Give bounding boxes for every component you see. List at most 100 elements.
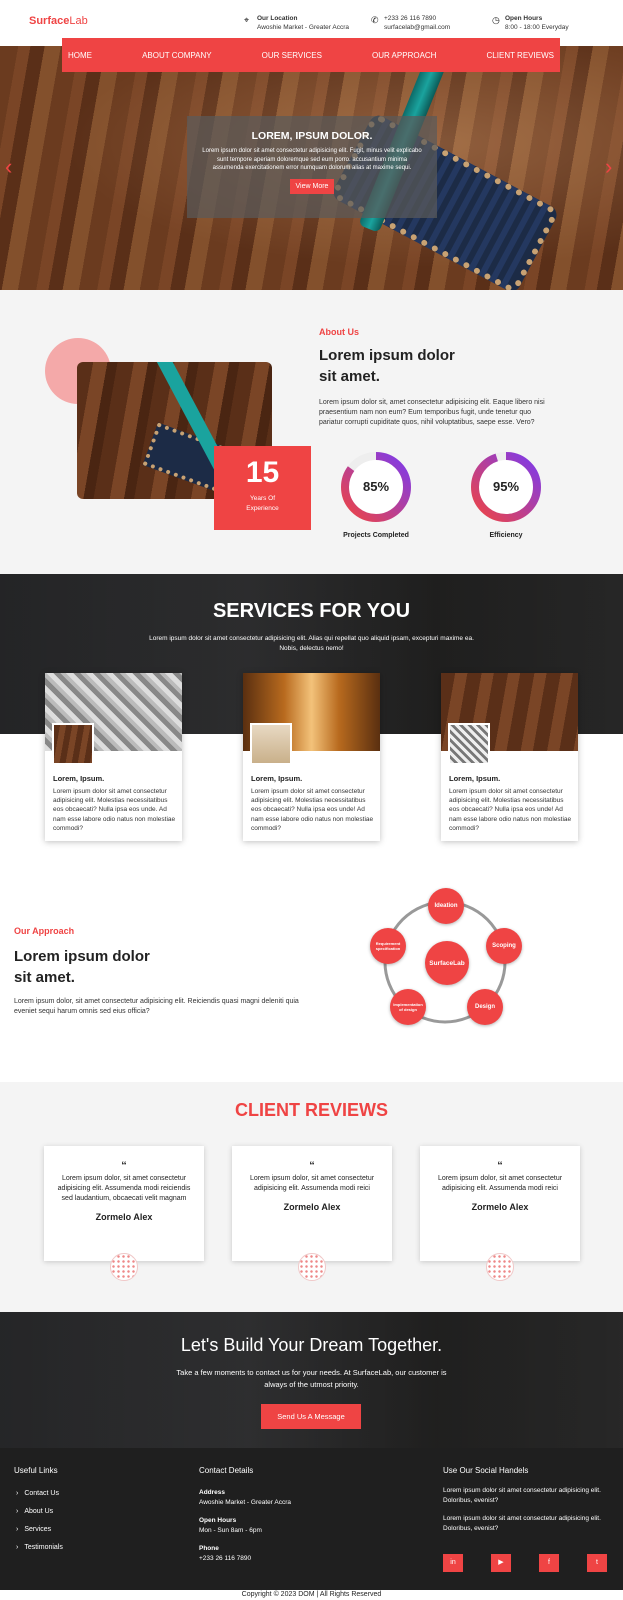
logo[interactable]: SurfaceLab [29, 15, 88, 27]
service-card-title: Lorem, Ipsum. [53, 774, 105, 783]
review-card: “ Lorem ipsum dolor, sit amet consectetu… [420, 1146, 580, 1261]
footer-link-about[interactable]: About Us [16, 1508, 53, 1515]
review-card: “ Lorem ipsum dolor, sit amet consectetu… [232, 1146, 392, 1261]
approach-node-ideation: Ideation [428, 888, 464, 924]
facebook-icon[interactable]: f [539, 1554, 559, 1572]
reviewer-name: Zormelo Alex [471, 1202, 529, 1212]
review-text: Lorem ipsum dolor, sit amet consectetur … [249, 1175, 375, 1192]
reviews-title: CLIENT REVIEWS [234, 1100, 388, 1120]
gauge-projects: 85% [339, 450, 413, 524]
main-nav: HOME ABOUT COMPANY OUR SERVICES OUR APPR… [62, 38, 560, 72]
approach-title-line2: sit amet. [14, 969, 75, 986]
footer-address: Address Awoshie Market - Greater Accra [199, 1488, 291, 1507]
service-card[interactable]: Lorem, Ipsum. Lorem ipsum dolor sit amet… [441, 673, 578, 841]
reviewer-avatar [486, 1253, 514, 1281]
footer-link-testimonials[interactable]: Testimonials [16, 1544, 63, 1551]
footer-links-title: Useful Links [14, 1466, 58, 1475]
footer-link-contact[interactable]: Contact Us [16, 1490, 59, 1497]
location-info: ⌖ Our Location Awoshie Market - Greater … [244, 14, 349, 32]
footer-hours-value: Mon - Sun 8am - 6pm [199, 1526, 262, 1534]
about-text: Lorem ipsum dolor sit, amet consectetur … [319, 399, 545, 426]
header-email[interactable]: surfacelab@gmail.com [384, 24, 450, 31]
hero-title: LOREM, IPSUM DOLOR. [251, 130, 373, 142]
quote-icon: “ [309, 1160, 315, 1172]
approach-title: Lorem ipsum dolor sit amet. [14, 946, 150, 988]
approach-node-scoping: Scoping [486, 928, 522, 964]
reviewer-avatar [298, 1253, 326, 1281]
linkedin-icon[interactable]: in [443, 1554, 463, 1572]
approach-center-node: SurfaceLab [425, 941, 469, 985]
service-card-title: Lorem, Ipsum. [449, 774, 501, 783]
header-phone[interactable]: +233 26 116 7890 [384, 15, 436, 22]
send-message-button[interactable]: Send Us A Message [261, 1404, 361, 1429]
footer-hours: Open Hours Mon - Sun 8am - 6pm [199, 1516, 262, 1535]
gauge-projects-label: Projects Completed [343, 532, 409, 539]
gauge-projects-value: 85% [362, 479, 390, 494]
approach-text: Lorem ipsum dolor, sit amet consectetur … [14, 998, 299, 1015]
footer-social-title: Use Our Social Handels [443, 1466, 529, 1475]
service-card[interactable]: Lorem, Ipsum. Lorem ipsum dolor sit amet… [243, 673, 380, 841]
review-card: “ Lorem ipsum dolor, sit amet consectetu… [44, 1146, 204, 1261]
approach-title-line1: Lorem ipsum dolor [14, 948, 150, 965]
hero-caption: LOREM, IPSUM DOLOR. Lorem ipsum dolor si… [187, 116, 437, 218]
footer-address-label: Address [199, 1489, 226, 1496]
nav-our-approach[interactable]: OUR APPROACH [372, 51, 436, 60]
youtube-icon[interactable]: ▶ [491, 1554, 511, 1572]
service-card-thumbnail [448, 723, 490, 765]
footer-link-services[interactable]: Services [16, 1526, 51, 1533]
view-more-button[interactable]: View More [289, 178, 335, 194]
gauge-efficiency: 95% [469, 450, 543, 524]
about-section: 15 Years Of Experience About Us Lorem ip… [0, 290, 623, 574]
logo-light: Lab [69, 15, 88, 27]
service-card-thumbnail [52, 723, 94, 765]
service-card-title: Lorem, Ipsum. [251, 774, 303, 783]
gauge-efficiency-value: 95% [492, 479, 520, 494]
about-title: Lorem ipsum dolor sit amet. [319, 345, 455, 387]
gauge-efficiency-label: Efficiency [489, 532, 523, 539]
cta-title: Let's Build Your Dream Together. [180, 1335, 443, 1355]
location-title: Our Location [257, 15, 298, 22]
about-title-line2: sit amet. [319, 368, 380, 385]
about-title-line1: Lorem ipsum dolor [319, 347, 455, 364]
chevron-left-icon[interactable]: ‹ [5, 154, 12, 180]
experience-badge: 15 Years Of Experience [214, 446, 311, 530]
review-text: Lorem ipsum dolor, sit amet consectetur … [437, 1175, 563, 1192]
cta-text: Take a few moments to contact us for you… [176, 1368, 447, 1389]
approach-node-requirements: Requirement specification [370, 928, 406, 964]
quote-icon: “ [497, 1160, 503, 1172]
service-card-text: Lorem ipsum dolor sit amet consectetur a… [449, 788, 572, 832]
quote-icon: “ [121, 1160, 127, 1172]
service-card-text: Lorem ipsum dolor sit amet consectetur a… [53, 788, 176, 832]
service-card-thumbnail [250, 723, 292, 765]
reviewer-name: Zormelo Alex [95, 1212, 153, 1222]
footer-contact-title: Contact Details [199, 1466, 254, 1475]
nav-client-reviews[interactable]: CLIENT REVIEWS [487, 51, 554, 60]
hours-title: Open Hours [505, 15, 543, 22]
services-title: SERVICES FOR YOU [212, 600, 411, 622]
review-text: Lorem ipsum dolor, sit amet consectetur … [57, 1175, 191, 1202]
approach-node-implementation: Implementation of design [390, 989, 426, 1025]
clock-icon: ◷ [492, 15, 500, 25]
service-card[interactable]: Lorem, Ipsum. Lorem ipsum dolor sit amet… [45, 673, 182, 841]
approach-label: Our Approach [14, 926, 75, 936]
footer-phone-label: Phone [199, 1545, 219, 1552]
chevron-right-icon[interactable]: › [605, 154, 612, 180]
footer-hours-label: Open Hours [199, 1517, 237, 1524]
experience-label: Years Of Experience [246, 495, 279, 512]
about-label: About Us [319, 327, 359, 337]
nav-home[interactable]: HOME [68, 51, 92, 60]
hours-info: ◷ Open Hours 8:00 - 18:00 Everyday [492, 14, 569, 32]
nav-our-services[interactable]: OUR SERVICES [262, 51, 322, 60]
reviewer-avatar [110, 1253, 138, 1281]
footer: Useful Links Contact Us About Us Service… [0, 1448, 623, 1590]
experience-number: 15 [245, 456, 280, 489]
contact-info: ✆ +233 26 116 7890 surfacelab@gmail.com [371, 14, 450, 32]
copyright: Copyright © 2023 DOM | All Rights Reserv… [0, 1590, 623, 1600]
location-pin-icon: ⌖ [244, 15, 250, 25]
nav-about-company[interactable]: ABOUT COMPANY [142, 51, 212, 60]
reviewer-name: Zormelo Alex [283, 1202, 341, 1212]
footer-address-value: Awoshie Market - Greater Accra [199, 1498, 291, 1506]
twitter-icon[interactable]: t [587, 1554, 607, 1572]
hero-text: Lorem ipsum dolor sit amet consectetur a… [202, 148, 422, 171]
hero-slider: LOREM, IPSUM DOLOR. Lorem ipsum dolor si… [0, 46, 623, 290]
